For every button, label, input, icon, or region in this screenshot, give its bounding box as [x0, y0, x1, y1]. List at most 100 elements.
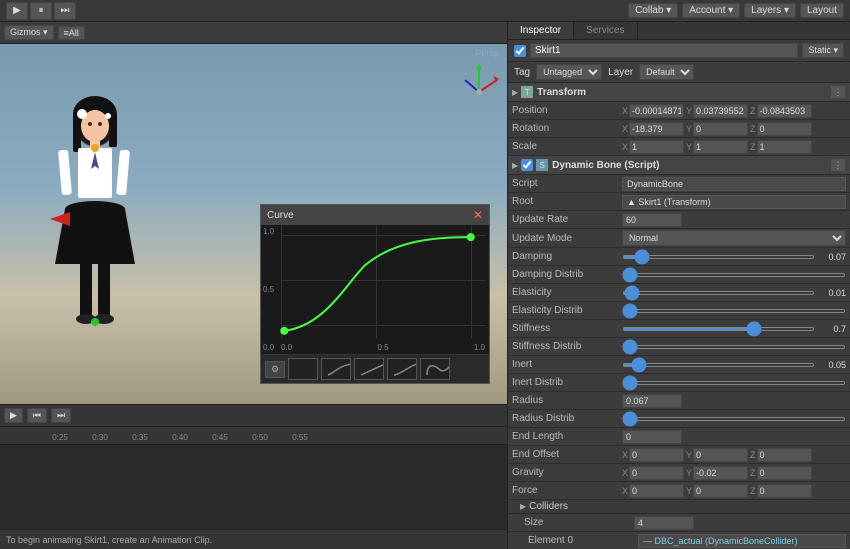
tab-services[interactable]: Services	[574, 22, 637, 39]
curve-preset-4[interactable]	[387, 358, 417, 380]
animation-toolbar: ▶ ⏮ ⏭	[0, 405, 507, 427]
gravity-x-input[interactable]	[629, 466, 684, 480]
tag-select[interactable]: Untagged	[536, 64, 602, 80]
curve-preset-3[interactable]	[354, 358, 384, 380]
pos-z-input[interactable]	[757, 104, 812, 118]
pos-y-group: Y	[686, 104, 748, 118]
inert-value: 0.05	[818, 360, 846, 370]
stiffness-slider[interactable]	[622, 327, 815, 331]
curve-close-button[interactable]: ✕	[473, 208, 483, 222]
stiffness-distrib-row: Stiffness Distrib	[508, 338, 850, 356]
play-button[interactable]: ▶	[6, 2, 28, 20]
gizmos-button[interactable]: Gizmos ▾	[4, 25, 54, 40]
damping-distrib-label: Damping Distrib	[512, 269, 622, 280]
x-label-0: 0.0	[281, 343, 292, 352]
scale-y-input[interactable]	[693, 140, 748, 154]
anim-status: To begin animating Skirt1, create an Ani…	[0, 529, 507, 549]
db-menu-button[interactable]: ⋮	[830, 158, 846, 172]
update-rate-input[interactable]	[622, 213, 682, 227]
ruler-tick-0:35: 0:35	[120, 433, 160, 442]
elasticity-slider[interactable]	[622, 291, 815, 295]
update-mode-select[interactable]: Normal	[622, 230, 846, 246]
force-x-input[interactable]	[629, 484, 684, 498]
inert-distrib-row: Inert Distrib	[508, 374, 850, 392]
element0-value: — DBC_actual (DynamicBoneCollider)	[638, 534, 846, 548]
inert-slider[interactable]	[622, 363, 815, 367]
radius-label: Radius	[512, 395, 622, 406]
layout-button[interactable]: Layout	[800, 3, 844, 18]
end-length-input[interactable]	[622, 430, 682, 444]
stiffness-distrib-container	[622, 345, 846, 349]
gravity-row: Gravity X Y Z	[508, 464, 850, 482]
curve-preset-5[interactable]	[420, 358, 450, 380]
end-offset-row: End Offset X Y Z	[508, 446, 850, 464]
rot-z-input[interactable]	[757, 122, 812, 136]
pause-button[interactable]: ⏸	[30, 2, 52, 20]
scale-label: Scale	[512, 141, 622, 152]
left-panel: Gizmos ▾ ≡All Persp	[0, 22, 508, 549]
offset-y-input[interactable]	[693, 448, 748, 462]
colliders-header[interactable]: ▶ Colliders	[508, 500, 850, 514]
dynamic-bone-active-checkbox[interactable]	[521, 159, 533, 171]
script-row: Script DynamicBone	[508, 175, 850, 193]
damping-slider[interactable]	[622, 255, 815, 259]
anim-prev-button[interactable]: ⏮	[27, 408, 47, 423]
offset-y-group: Y	[686, 448, 748, 462]
scale-y-group: Y	[686, 140, 748, 154]
anim-play-button[interactable]: ▶	[4, 408, 23, 423]
all-button[interactable]: ≡All	[58, 26, 85, 40]
damping-value: 0.07	[818, 252, 846, 262]
script-ref[interactable]: DynamicBone	[622, 177, 846, 191]
pos-x-input[interactable]	[629, 104, 684, 118]
scale-z-input[interactable]	[757, 140, 812, 154]
radius-value	[622, 394, 846, 408]
layer-select[interactable]: Default	[639, 64, 694, 80]
y-label-top: 1.0	[263, 227, 274, 236]
root-ref[interactable]: ▲ Skirt1 (Transform)	[622, 195, 846, 209]
tab-inspector[interactable]: Inspector	[508, 22, 574, 39]
update-rate-value	[622, 213, 846, 227]
radius-distrib-slider[interactable]	[622, 417, 846, 421]
curve-preset-1[interactable]	[288, 358, 318, 380]
stiffness-distrib-slider[interactable]	[622, 345, 846, 349]
dynamic-bone-section-header[interactable]: ▶ S Dynamic Bone (Script) ⋮	[508, 156, 850, 175]
object-name-field[interactable]	[530, 43, 798, 58]
step-button[interactable]: ⏭	[54, 2, 76, 20]
scene-background: Persp	[0, 44, 507, 404]
curve-preset-2[interactable]	[321, 358, 351, 380]
transform-section-header[interactable]: ▶ T Transform ⋮	[508, 83, 850, 102]
rot-y-input[interactable]	[693, 122, 748, 136]
scale-x-input[interactable]	[629, 140, 684, 154]
static-button[interactable]: Static ▾	[802, 43, 844, 58]
gravity-z-input[interactable]	[757, 466, 812, 480]
rot-x-input[interactable]	[629, 122, 684, 136]
colliders-title: Colliders	[529, 501, 846, 512]
size-input[interactable]	[634, 516, 694, 530]
pos-y-input[interactable]	[693, 104, 748, 118]
animation-strip: ▶ ⏮ ⏭ 0:25 0:30 0:35 0:40 0:45 0:50 0:55…	[0, 404, 507, 549]
transform-icon: T	[521, 86, 533, 98]
position-values: X Y Z	[622, 104, 846, 118]
object-active-checkbox[interactable]	[514, 45, 526, 57]
force-z-input[interactable]	[757, 484, 812, 498]
scale-row: Scale X Y Z	[508, 138, 850, 156]
elasticity-distrib-slider[interactable]	[622, 309, 846, 313]
rotation-label: Rotation	[512, 123, 622, 134]
end-length-value	[622, 430, 846, 444]
size-row: Size	[508, 514, 850, 532]
collab-button[interactable]: Collab ▾	[628, 3, 678, 18]
account-button[interactable]: Account ▾	[682, 3, 740, 18]
curve-header[interactable]: Curve ✕	[261, 205, 489, 225]
anim-next-button[interactable]: ⏭	[51, 408, 71, 423]
force-y-input[interactable]	[693, 484, 748, 498]
damping-distrib-slider[interactable]	[622, 273, 846, 277]
layers-button[interactable]: Layers ▾	[744, 3, 796, 18]
offset-x-input[interactable]	[629, 448, 684, 462]
inert-distrib-slider[interactable]	[622, 381, 846, 385]
transform-menu-button[interactable]: ⋮	[830, 85, 846, 99]
curve-settings-button[interactable]: ⚙	[265, 361, 285, 378]
offset-z-input[interactable]	[757, 448, 812, 462]
radius-input[interactable]	[622, 394, 682, 408]
gravity-y-input[interactable]	[693, 466, 748, 480]
element0-ref[interactable]: — DBC_actual (DynamicBoneCollider)	[638, 534, 846, 548]
